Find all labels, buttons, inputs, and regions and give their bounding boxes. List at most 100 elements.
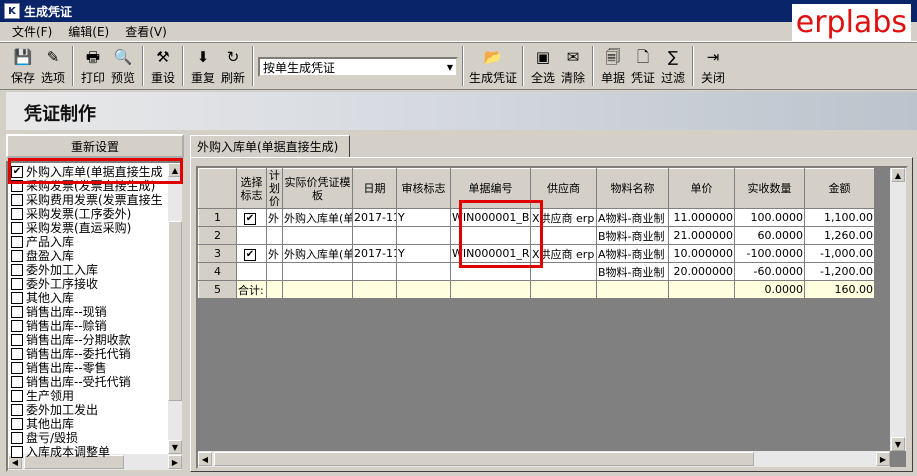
checkbox-icon[interactable] [11, 390, 23, 402]
list-item[interactable]: 其他出库 [11, 417, 74, 431]
chevron-down-icon[interactable]: ▼ [447, 63, 453, 72]
cell-date[interactable] [352, 262, 397, 281]
cell-tmpl[interactable]: 外购入库单(单据 [282, 244, 353, 263]
list-item[interactable]: 盘亏/毁损 [11, 431, 78, 445]
reset-button[interactable]: 重新设置 [6, 134, 184, 158]
scroll-thumb[interactable] [168, 221, 182, 401]
grid-hscroll-thumb[interactable] [214, 452, 754, 466]
checkbox-icon[interactable] [11, 446, 23, 458]
cell-plan[interactable] [266, 262, 283, 281]
grid-scroll-down-icon[interactable]: ▼ [891, 437, 905, 451]
scroll-down-icon[interactable]: ▼ [168, 440, 182, 454]
cell-material[interactable]: A物料-商业制 [596, 244, 669, 263]
voucher-button[interactable]: 🗋 凭证 [628, 47, 658, 86]
cell-audit[interactable] [396, 226, 451, 245]
checkbox-icon[interactable] [11, 320, 23, 332]
cell-date[interactable] [352, 226, 397, 245]
checked-checkbox-icon[interactable]: ✔ [244, 212, 256, 225]
checkbox-icon[interactable] [11, 222, 23, 234]
list-item[interactable]: 入库成本调整单 [11, 445, 110, 459]
checkbox-icon[interactable] [11, 236, 23, 248]
cell-qty[interactable]: -60.0000 [734, 262, 805, 281]
checkbox-icon[interactable] [11, 306, 23, 318]
list-item[interactable]: 其他入库 [11, 291, 74, 305]
list-item[interactable]: 委外加工发出 [11, 403, 98, 417]
select-cell[interactable]: ✔ [236, 244, 267, 263]
list-item[interactable]: 销售出库--分期收款 [11, 333, 131, 347]
checkbox-icon[interactable] [11, 432, 23, 444]
menu-view[interactable]: 查看(V) [125, 23, 167, 40]
cell-tmpl[interactable] [282, 226, 353, 245]
list-item[interactable]: 盘盈入库 [11, 249, 74, 263]
cell-date[interactable]: 2017-11 [352, 208, 397, 227]
checkbox-icon[interactable] [11, 264, 23, 276]
cell-plan[interactable]: 外 [266, 208, 283, 227]
cell-amount[interactable]: 1,100.00 [804, 208, 875, 227]
cell-material[interactable]: A物料-商业制 [596, 208, 669, 227]
checkbox-icon[interactable] [11, 376, 23, 388]
menu-edit[interactable]: 编辑(E) [68, 23, 109, 40]
clear-button[interactable]: ✉ 清除 [558, 47, 588, 86]
checkbox-icon[interactable] [11, 348, 23, 360]
options-button[interactable]: ✎ 选项 [38, 47, 68, 86]
list-item[interactable]: 销售出库--赊销 [11, 319, 107, 333]
cell-date[interactable]: 2017-11 [352, 244, 397, 263]
generate-voucher-button[interactable]: 📂 生成凭证 [468, 47, 518, 86]
cell-price[interactable]: 21.000000 [668, 226, 735, 245]
checkbox-icon[interactable] [11, 194, 23, 206]
cell-audit[interactable] [396, 262, 451, 281]
column-header[interactable]: 金额 [804, 168, 875, 209]
list-item[interactable]: 销售出库--委托代销 [11, 347, 131, 361]
column-header[interactable]: 实际价凭证模板 [282, 168, 353, 209]
list-item[interactable]: 采购发票(工序委外) [11, 207, 131, 221]
cell-tmpl[interactable]: 外购入库单(单据 [282, 208, 353, 227]
select-cell[interactable] [236, 226, 267, 245]
voucher-mode-select[interactable]: 按单生成凭证 ▼ [258, 57, 458, 77]
checkbox-icon[interactable] [11, 418, 23, 430]
cell-price[interactable]: 10.000000 [668, 244, 735, 263]
cell-audit[interactable]: Y [396, 244, 451, 263]
tab-purchase-receipt[interactable]: 外购入库单(单据直接生成) [190, 135, 350, 157]
preview-button[interactable]: 🔍 预览 [108, 47, 138, 86]
list-item[interactable]: 采购费用发票(发票直接生 [11, 193, 163, 207]
print-button[interactable]: 🖶 打印 [78, 47, 108, 86]
column-header[interactable]: 日期 [352, 168, 397, 209]
cell-amount[interactable]: 1,260.00 [804, 226, 875, 245]
scroll-right-icon[interactable]: ▶ [168, 455, 182, 469]
cell-qty[interactable]: 100.0000 [734, 208, 805, 227]
list-item[interactable]: 采购发票(直运采购) [11, 221, 131, 235]
grid-scroll-left-icon[interactable]: ◀ [198, 452, 212, 466]
cell-audit[interactable]: Y [396, 208, 451, 227]
cell-material[interactable]: B物料-商业制 [596, 262, 669, 281]
checked-checkbox-icon[interactable]: ✔ [244, 248, 256, 261]
column-header[interactable]: 实收数量 [734, 168, 805, 209]
reset-button[interactable]: ⚒ 重设 [148, 47, 178, 86]
list-item[interactable]: 销售出库--现销 [11, 305, 107, 319]
grid-scroll-right-icon[interactable]: ▶ [876, 452, 890, 466]
list-item[interactable]: 销售出库--受托代销 [11, 375, 131, 389]
select-cell[interactable]: ✔ [236, 208, 267, 227]
document-type-list[interactable]: ▲ ▼ ◀ ▶ ✔ 外购入库单(单据直接生成 采购发票(发票直接生成) 采购费用发票(… [6, 161, 184, 472]
cell-qty[interactable]: -100.0000 [734, 244, 805, 263]
list-item[interactable]: 委外工序接收 [11, 277, 98, 291]
cell-plan[interactable] [266, 226, 283, 245]
checkbox-icon[interactable] [11, 208, 23, 220]
checkbox-icon[interactable] [11, 362, 23, 374]
menu-file[interactable]: 文件(F) [12, 23, 52, 40]
checkbox-icon[interactable] [11, 250, 23, 262]
checkbox-icon[interactable] [11, 334, 23, 346]
cell-material[interactable]: B物料-商业制 [596, 226, 669, 245]
column-header[interactable]: 计划价 [266, 168, 283, 209]
list-item[interactable]: 生产领用 [11, 389, 74, 403]
cell-plan[interactable]: 外 [266, 244, 283, 263]
column-header[interactable]: 审核标志 [396, 168, 451, 209]
list-item[interactable]: 委外加工入库 [11, 263, 98, 277]
checkbox-icon[interactable] [11, 404, 23, 416]
select-all-button[interactable]: ▣ 全选 [528, 47, 558, 86]
select-cell[interactable] [236, 262, 267, 281]
refresh-button[interactable]: ↻ 刷新 [218, 47, 248, 86]
checkbox-icon[interactable] [11, 292, 23, 304]
cell-tmpl[interactable] [282, 262, 353, 281]
list-item[interactable]: 产品入库 [11, 235, 74, 249]
filter-button[interactable]: ∑ 过滤 [658, 47, 688, 86]
